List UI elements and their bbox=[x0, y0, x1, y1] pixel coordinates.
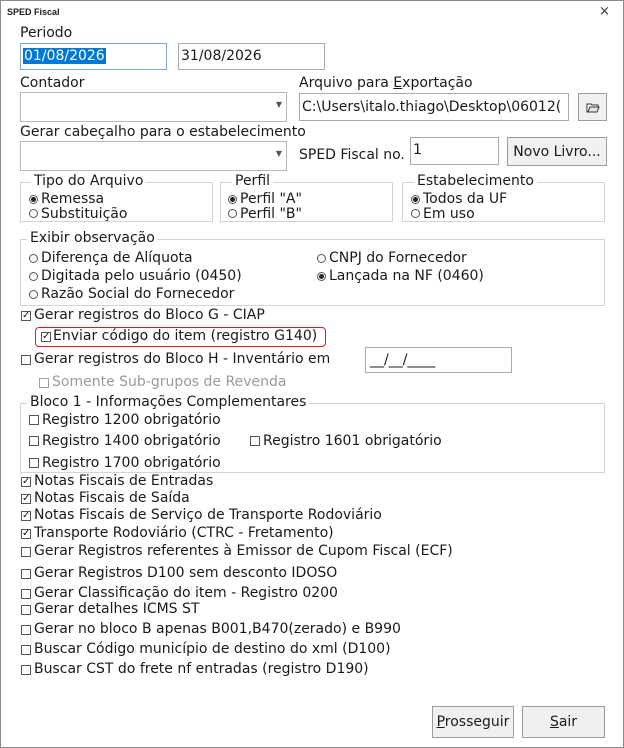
checkbox-bloco-g[interactable]: ✓ bbox=[21, 311, 31, 321]
checkbox-enviar-g140-label: Enviar código do item (registro G140) bbox=[53, 328, 318, 344]
sped-no-input[interactable]: 1 bbox=[410, 137, 499, 165]
checkbox-nf-saida-label: Notas Fiscais de Saída bbox=[34, 490, 190, 506]
radio-lancada-nf[interactable] bbox=[317, 272, 326, 281]
checkbox-cst-frete-label: Buscar CST do frete nf entradas (registr… bbox=[34, 661, 369, 677]
window-title: SPED Fiscal bbox=[7, 7, 60, 17]
cabecalho-label: Gerar cabeçalho para o estabelecimento bbox=[20, 124, 306, 140]
radio-perfil-b-label: Perfil "B" bbox=[240, 206, 302, 222]
cabecalho-combo[interactable]: ▼ bbox=[20, 141, 287, 171]
radio-diferenca-aliquota-label: Diferença de Alíquota bbox=[41, 250, 193, 266]
checkbox-bloco-b[interactable] bbox=[21, 625, 31, 635]
checkbox-ecf[interactable] bbox=[21, 547, 31, 557]
radio-remessa[interactable] bbox=[29, 195, 38, 204]
browse-button[interactable] bbox=[578, 93, 607, 121]
radio-lancada-nf-label: Lançada na NF (0460) bbox=[329, 268, 484, 284]
checkbox-municipio-xml-label: Buscar Código município de destino do xm… bbox=[34, 641, 391, 657]
radio-substituicao[interactable] bbox=[29, 209, 38, 218]
checkbox-subgrupos-label: Somente Sub-grupos de Revenda bbox=[52, 374, 287, 390]
perfil-legend: Perfil bbox=[232, 173, 274, 189]
inventario-date-input[interactable]: __/__/____ bbox=[365, 347, 512, 373]
periodo-label: Periodo bbox=[20, 25, 73, 41]
tipo-arquivo-legend: Tipo do Arquivo bbox=[31, 173, 147, 189]
radio-todos-uf[interactable] bbox=[411, 195, 420, 204]
checkbox-ctrc[interactable]: ✓ bbox=[21, 529, 31, 539]
periodo-end-input[interactable]: 31/08/2026 bbox=[178, 43, 325, 70]
radio-razao-social-label: Razão Social do Fornecedor bbox=[41, 286, 235, 302]
radio-em-uso[interactable] bbox=[411, 209, 420, 218]
arquivo-path-input[interactable]: C:\Users\italo.thiago\Desktop\06012( bbox=[299, 93, 569, 121]
checkbox-registro-1400[interactable] bbox=[29, 436, 39, 446]
checkbox-subgrupos bbox=[39, 378, 49, 388]
radio-cnpj-fornecedor[interactable] bbox=[317, 254, 326, 263]
periodo-start-input[interactable]: 01/08/2026 bbox=[20, 43, 167, 70]
checkbox-registro-1601[interactable] bbox=[250, 436, 260, 446]
radio-perfil-a[interactable] bbox=[228, 195, 237, 204]
checkbox-nf-saida[interactable]: ✓ bbox=[21, 494, 31, 504]
checkbox-d100-idoso[interactable] bbox=[21, 569, 31, 579]
sped-no-label: SPED Fiscal no. bbox=[299, 147, 405, 163]
radio-perfil-b[interactable] bbox=[228, 209, 237, 218]
close-icon[interactable]: × bbox=[599, 4, 610, 19]
chevron-down-icon: ▼ bbox=[275, 100, 282, 109]
checkbox-registro-1400-label: Registro 1400 obrigatório bbox=[42, 433, 221, 449]
checkbox-registro-1700-label: Registro 1700 obrigatório bbox=[42, 455, 221, 471]
checkbox-bloco-h[interactable] bbox=[21, 355, 31, 365]
checkbox-ctrc-label: Transporte Rodoviário (CTRC - Fretamento… bbox=[34, 525, 334, 541]
checkbox-icms-st-label: Gerar detalhes ICMS ST bbox=[34, 601, 200, 617]
radio-digitada-usuario-label: Digitada pelo usuário (0450) bbox=[41, 268, 242, 284]
checkbox-bloco-g-label: Gerar registros do Bloco G - CIAP bbox=[34, 307, 265, 323]
sair-button[interactable]: Sair bbox=[522, 706, 605, 738]
checkbox-ecf-label: Gerar Registros referentes à Emissor de … bbox=[34, 543, 453, 559]
folder-open-icon bbox=[586, 103, 600, 113]
periodo-start-value: 01/08/2026 bbox=[23, 48, 106, 64]
checkbox-nf-transporte-label: Notas Fiscais de Serviço de Transporte R… bbox=[34, 507, 382, 523]
checkbox-classificacao-0200[interactable] bbox=[21, 589, 31, 599]
checkbox-nf-entradas[interactable]: ✓ bbox=[21, 477, 31, 487]
bloco1-legend: Bloco 1 - Informações Complementares bbox=[27, 394, 310, 410]
checkbox-registro-1200-label: Registro 1200 obrigatório bbox=[42, 412, 221, 428]
radio-diferenca-aliquota[interactable] bbox=[29, 254, 38, 263]
arquivo-label: Arquivo para Exportação bbox=[299, 75, 473, 91]
radio-razao-social[interactable] bbox=[29, 290, 38, 299]
checkbox-classificacao-0200-label: Gerar Classificação do item - Registro 0… bbox=[34, 585, 338, 601]
contador-combo[interactable]: ▼ bbox=[20, 92, 287, 122]
chevron-down-icon: ▼ bbox=[275, 149, 282, 158]
checkbox-enviar-g140[interactable]: ✓ bbox=[41, 332, 51, 342]
checkbox-bloco-b-label: Gerar no bloco B apenas B001,B470(zerado… bbox=[34, 621, 401, 637]
radio-digitada-usuario[interactable] bbox=[29, 272, 38, 281]
checkbox-municipio-xml[interactable] bbox=[21, 645, 31, 655]
prosseguir-button[interactable]: Prosseguir bbox=[432, 706, 514, 738]
observacao-legend: Exibir observação bbox=[27, 230, 158, 246]
checkbox-cst-frete[interactable] bbox=[21, 665, 31, 675]
checkbox-icms-st[interactable] bbox=[21, 605, 31, 615]
radio-cnpj-fornecedor-label: CNPJ do Fornecedor bbox=[329, 250, 467, 266]
contador-label: Contador bbox=[20, 75, 85, 91]
checkbox-nf-entradas-label: Notas Fiscais de Entradas bbox=[34, 473, 214, 489]
checkbox-nf-transporte[interactable]: ✓ bbox=[21, 511, 31, 521]
radio-substituicao-label: Substituição bbox=[41, 206, 128, 222]
estabelecimento-legend: Estabelecimento bbox=[414, 173, 537, 189]
radio-em-uso-label: Em uso bbox=[423, 206, 475, 222]
novo-livro-button[interactable]: Novo Livro... bbox=[507, 137, 607, 166]
checkbox-bloco-h-label: Gerar registros do Bloco H - Inventário … bbox=[34, 351, 331, 367]
checkbox-registro-1700[interactable] bbox=[29, 458, 39, 468]
checkbox-registro-1601-label: Registro 1601 obrigatório bbox=[263, 433, 442, 449]
checkbox-registro-1200[interactable] bbox=[29, 415, 39, 425]
checkbox-d100-idoso-label: Gerar Registros D100 sem desconto IDOSO bbox=[34, 565, 338, 581]
sped-fiscal-dialog: SPED Fiscal × Periodo 01/08/2026 31/08/2… bbox=[0, 0, 624, 748]
